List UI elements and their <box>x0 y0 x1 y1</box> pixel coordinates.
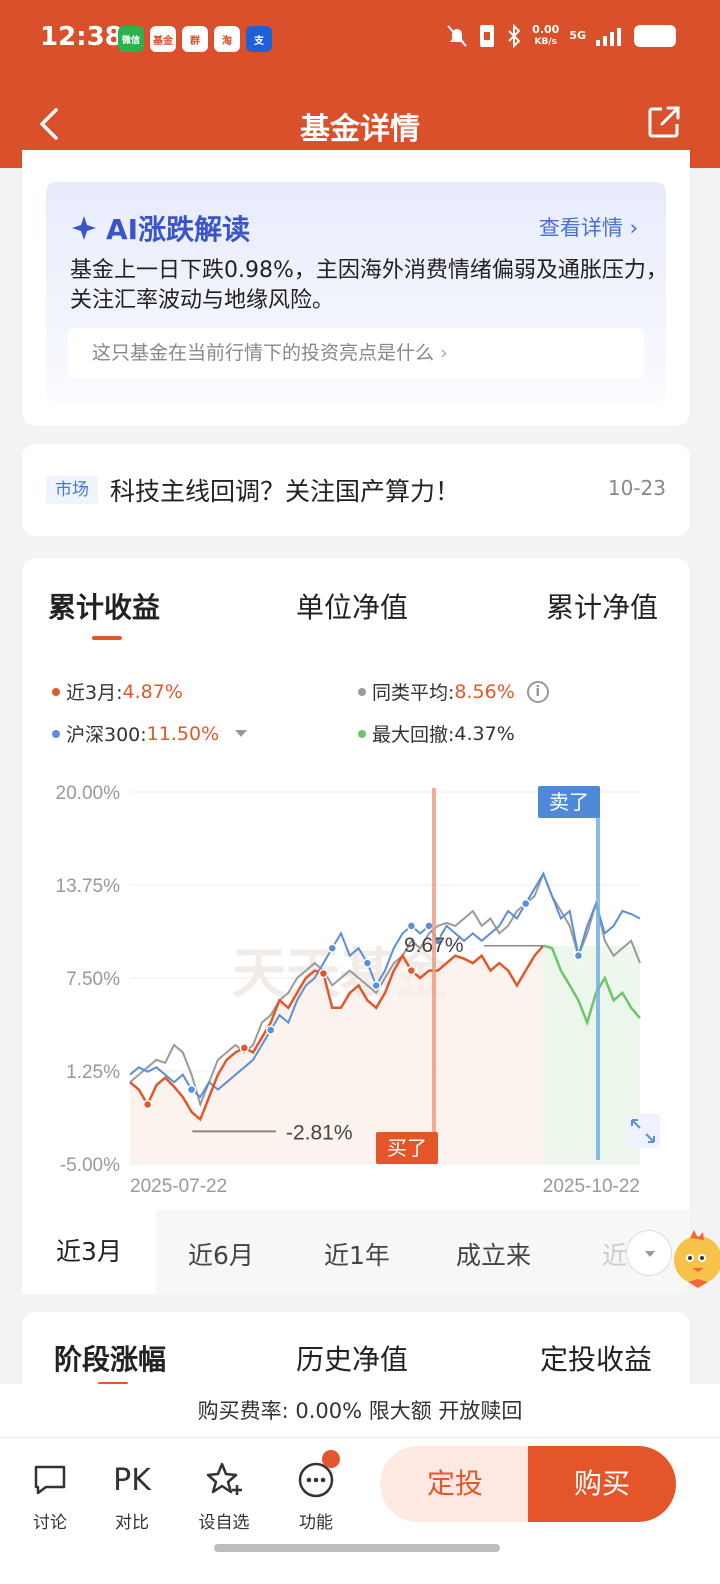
period-6m[interactable]: 近6月 <box>188 1236 254 1272</box>
chart-tabs: 累计收益 单位净值 累计净值 <box>22 586 690 646</box>
x-start-label: 2025-07-22 <box>130 1176 227 1196</box>
period-selector: 近3月 近6月 近1年 成立来 近 <box>22 1210 690 1294</box>
trade-marker <box>142 1099 153 1110</box>
tab-cumulative-return[interactable]: 累计收益 <box>48 586 160 626</box>
group-app-icon: 群 <box>182 26 208 52</box>
pk-icon: PK <box>113 1462 151 1498</box>
notification-icons: 微信 基金 群 淘 支 <box>118 26 272 52</box>
fund-app-icon: 基金 <box>150 26 176 52</box>
period-3m[interactable]: 近3月 <box>22 1210 156 1294</box>
mascot-icon[interactable] <box>668 1228 720 1292</box>
x-end-label: 2025-10-22 <box>543 1176 640 1196</box>
vibrate-icon <box>480 25 495 47</box>
return-chart[interactable]: 20.00%13.75%7.50%1.25%-5.00%天天基金-2.81%9.… <box>22 776 690 1196</box>
tab-auto-invest-return[interactable]: 定投收益 <box>540 1338 652 1378</box>
tab-cumulative-nav[interactable]: 累计净值 <box>546 586 658 626</box>
taobao-icon: 淘 <box>214 26 240 52</box>
expand-icon[interactable] <box>626 1114 660 1148</box>
min-annotation: -2.81% <box>286 1121 353 1144</box>
period-since-inception[interactable]: 成立来 <box>456 1236 531 1272</box>
stage-performance-card: 阶段涨幅 历史净值 定投收益 <box>22 1312 690 1392</box>
trade-marker <box>424 921 434 931</box>
ai-analysis-card: AI涨跌解读 查看详情 › 基金上一日下跌0.98%，主因海外消费情绪偏弱及通胀… <box>22 150 690 426</box>
star-add-icon <box>206 1462 242 1495</box>
period-1y[interactable]: 近1年 <box>324 1236 390 1272</box>
ai-detail-link[interactable]: 查看详情 › <box>539 212 638 242</box>
trade-marker <box>573 950 584 961</box>
tab-stage-return[interactable]: 阶段涨幅 <box>54 1338 166 1378</box>
ai-analysis-box: AI涨跌解读 查看详情 › 基金上一日下跌0.98%，主因海外消费情绪偏弱及通胀… <box>46 182 668 404</box>
bluetooth-icon <box>508 24 521 48</box>
status-time: 12:38 <box>40 22 123 52</box>
news-tag: 市场 <box>46 476 98 504</box>
trade-marker <box>265 1025 276 1035</box>
trade-marker <box>520 898 531 909</box>
notification-badge <box>322 1450 340 1468</box>
nav-compare[interactable]: PK 对比 <box>96 1458 168 1534</box>
battery-icon <box>634 25 676 47</box>
dropdown-icon <box>235 730 248 737</box>
legend-drawdown: 最大回撤: 4.37% <box>358 720 515 747</box>
net-type: 5G <box>569 29 586 42</box>
trade-marker <box>371 980 381 991</box>
chevron-down-icon <box>645 1251 655 1257</box>
y-tick-label: 1.25% <box>66 1062 120 1083</box>
share-icon[interactable] <box>646 104 682 140</box>
sparkle-icon <box>72 216 96 240</box>
chevron-right-icon: › <box>629 216 638 240</box>
sell-label: 卖了 <box>549 790 589 814</box>
trade-marker <box>362 958 373 968</box>
market-news-card[interactable]: 市场 科技主线回调？关注国产算力！ 10-23 <box>22 444 690 536</box>
buy-label: 买了 <box>387 1136 427 1160</box>
bottom-bar: 讨论 PK 对比 设自选 功能 定投 购买 <box>0 1438 720 1584</box>
nav-add-watchlist[interactable]: 设自选 <box>188 1458 260 1533</box>
nav-functions[interactable]: 功能 <box>280 1450 352 1533</box>
tab-indicator <box>92 636 122 640</box>
trade-marker <box>239 1043 250 1053</box>
ai-summary-text: 基金上一日下跌0.98%，主因海外消费情绪偏弱及通胀压力，关注汇率波动与地缘风险… <box>70 258 668 313</box>
trade-marker <box>406 921 417 931</box>
app-header: 12:38 微信 基金 群 淘 支 0.00 KB/s 5G 基金详情 <box>0 0 720 168</box>
legend-fund: 近3月: 4.87% <box>52 678 183 705</box>
home-indicator[interactable] <box>214 1544 500 1552</box>
performance-chart-card: 累计收益 单位净值 累计净值 近3月: 4.87% 同类平均: 8.56% i 沪深3… <box>22 558 690 1294</box>
trade-marker <box>327 943 337 953</box>
y-tick-label: 20.00% <box>56 783 121 804</box>
signal-icon <box>596 26 624 46</box>
trade-marker <box>186 1084 197 1095</box>
wechat-icon: 微信 <box>118 26 144 52</box>
mute-icon <box>447 25 467 47</box>
status-bar: 12:38 微信 基金 群 淘 支 0.00 KB/s 5G <box>0 22 720 58</box>
y-tick-label: -5.00% <box>60 1155 120 1176</box>
auto-invest-button[interactable]: 定投 <box>380 1446 530 1522</box>
tab-unit-nav[interactable]: 单位净值 <box>296 586 408 626</box>
nav-discussion[interactable]: 讨论 <box>14 1458 86 1533</box>
legend-peer: 同类平均: 8.56% i <box>358 678 549 705</box>
period-dropdown-button[interactable] <box>626 1230 672 1276</box>
buy-button[interactable]: 购买 <box>528 1446 676 1522</box>
chevron-right-icon: › <box>440 342 448 364</box>
trade-marker <box>318 968 329 979</box>
news-title: 科技主线回调？关注国产算力！ <box>110 477 461 506</box>
trade-marker <box>406 965 417 976</box>
chat-icon <box>34 1465 66 1495</box>
net-speed: 0.00 KB/s <box>532 23 560 48</box>
drawdown-shade <box>543 945 640 1164</box>
tab-history-nav[interactable]: 历史净值 <box>296 1338 408 1378</box>
y-tick-label: 7.50% <box>66 969 120 990</box>
info-icon[interactable]: i <box>526 680 549 703</box>
ai-question-button[interactable]: 这只基金在当前行情下的投资亮点是什么 › <box>68 328 644 378</box>
news-date: 10-23 <box>607 476 666 500</box>
page-title: 基金详情 <box>300 112 420 147</box>
legend-index[interactable]: 沪深300: 11.50% <box>52 720 248 747</box>
y-tick-label: 13.75% <box>56 876 121 897</box>
fee-info: 购买费率: 0.00% 限大额 开放赎回 <box>0 1384 720 1438</box>
period-more[interactable]: 近 <box>602 1236 627 1272</box>
system-status: 0.00 KB/s 5G <box>446 24 676 48</box>
ai-title: AI涨跌解读 <box>70 208 250 248</box>
alipay-icon: 支 <box>246 26 272 52</box>
